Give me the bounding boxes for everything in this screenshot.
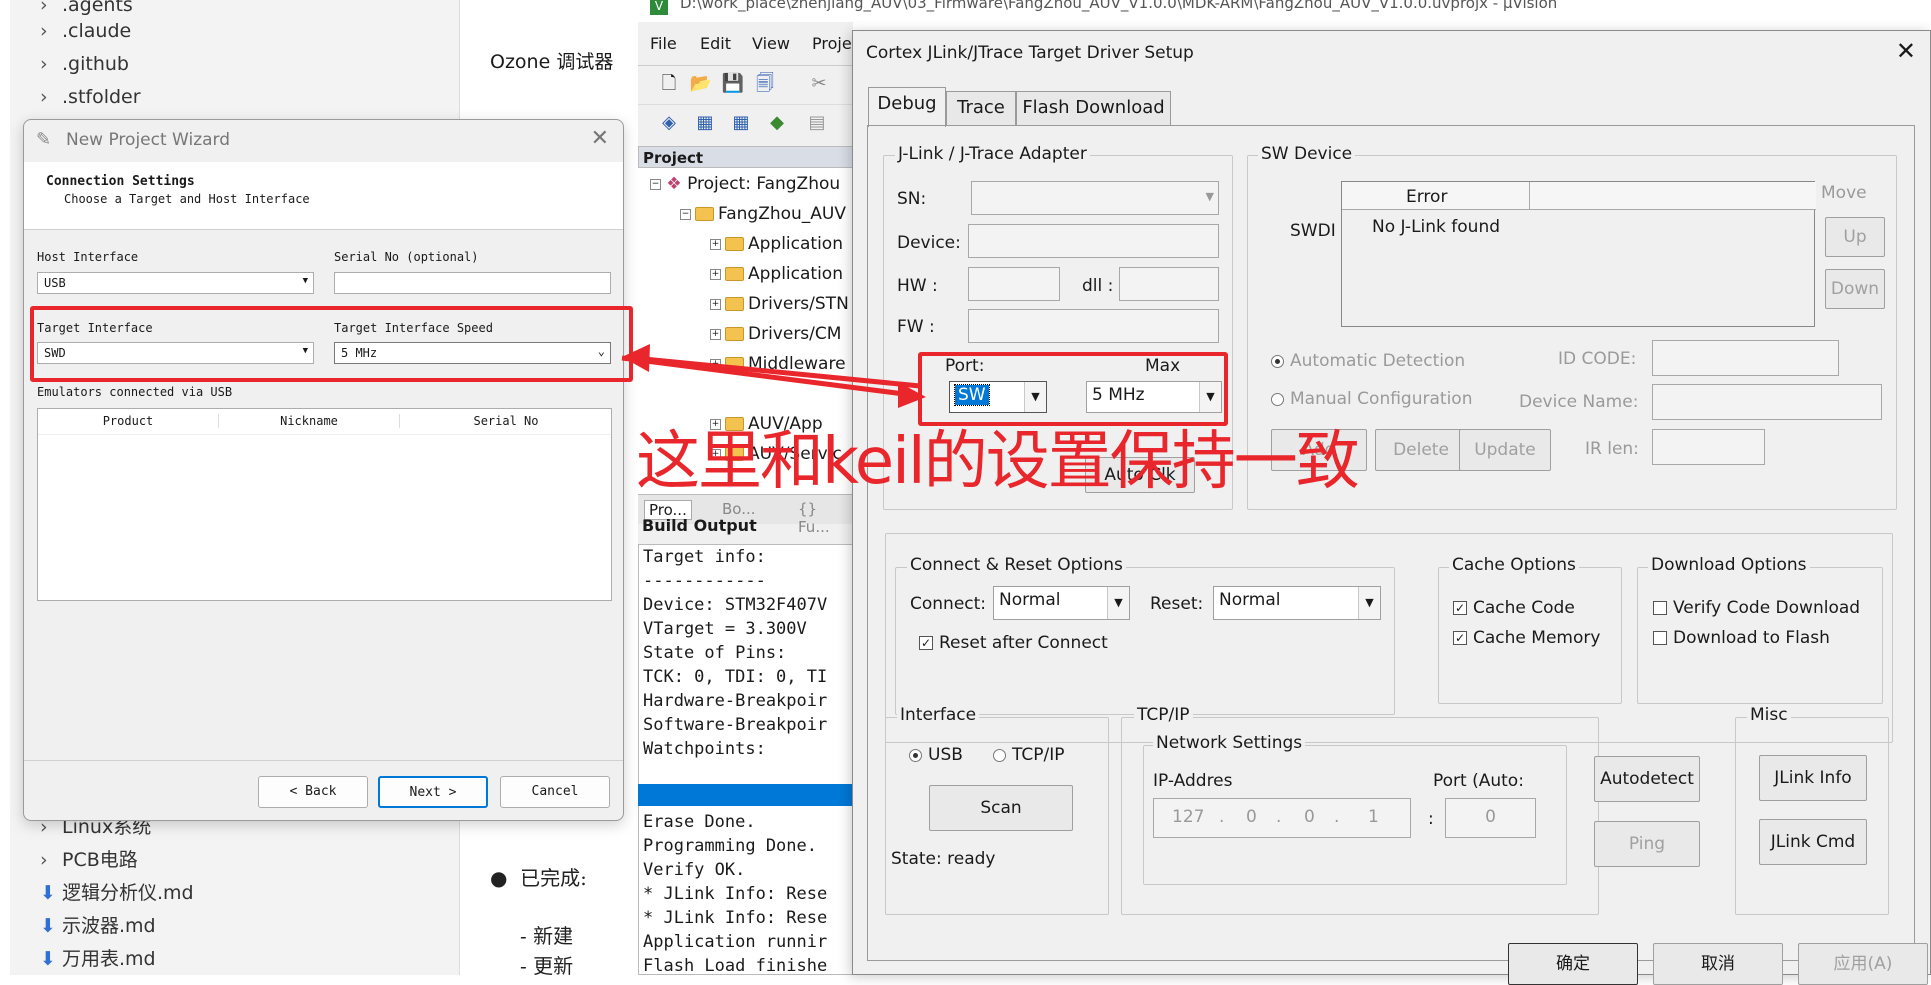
arrowhead-left-icon: [622, 344, 650, 372]
annotation-text: 这里和keil的设置保持一致: [636, 425, 1360, 499]
arrow-line: [633, 355, 921, 389]
